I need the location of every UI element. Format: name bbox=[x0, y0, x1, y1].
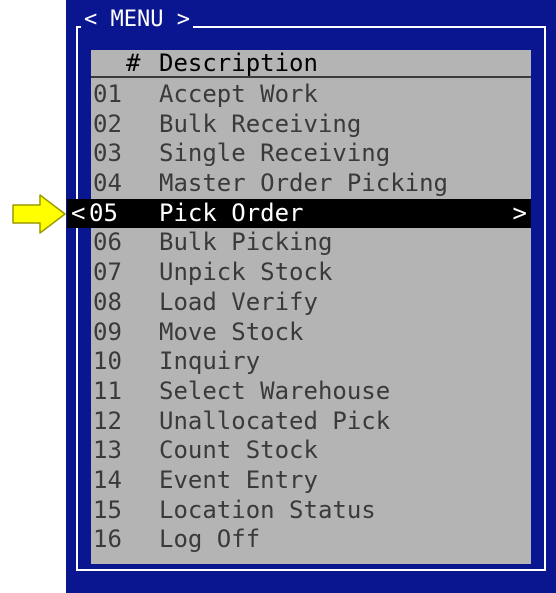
menu-item-number: 05 bbox=[89, 198, 118, 227]
menu-item-location-status[interactable]: 15 Location Status bbox=[91, 496, 531, 526]
menu-header: # Description bbox=[91, 50, 531, 78]
menu-item-bulk-receiving[interactable]: 02 Bulk Receiving bbox=[91, 110, 531, 140]
menu-item-label: Event Entry bbox=[159, 465, 318, 494]
menu-item-label: Inquiry bbox=[159, 347, 261, 376]
menu-list: 01 Accept Work 02 Bulk Receiving 03 Sing… bbox=[67, 80, 531, 555]
menu-item-label: Count Stock bbox=[159, 436, 318, 465]
menu-item-pick-order[interactable]: < 05 Pick Order > bbox=[67, 198, 531, 229]
menu-item-unallocated-pick[interactable]: 12 Unallocated Pick bbox=[91, 407, 531, 437]
menu-item-number: 06 bbox=[93, 228, 122, 257]
menu-item-inquiry[interactable]: 10 Inquiry bbox=[91, 347, 531, 377]
menu-item-number: 13 bbox=[93, 436, 122, 465]
menu-panel: # Description 01 Accept Work 02 Bulk Rec… bbox=[67, 50, 531, 564]
menu-item-label: Unallocated Pick bbox=[159, 406, 391, 435]
menu-item-label: Select Warehouse bbox=[159, 376, 391, 405]
menu-item-number: 15 bbox=[93, 495, 122, 524]
menu-item-number: 12 bbox=[93, 406, 122, 435]
menu-item-number: 14 bbox=[93, 465, 122, 494]
right-arrow-icon bbox=[12, 194, 66, 234]
menu-item-label: Bulk Picking bbox=[159, 228, 333, 257]
screen: < MENU > # Description 01 Accept Work 02… bbox=[0, 0, 556, 593]
menu-item-accept-work[interactable]: 01 Accept Work bbox=[91, 80, 531, 110]
menu-item-number: 07 bbox=[93, 258, 122, 287]
menu-item-log-off[interactable]: 16 Log Off bbox=[91, 525, 531, 555]
menu-item-label: Bulk Receiving bbox=[159, 109, 362, 138]
menu-item-unpick-stock[interactable]: 07 Unpick Stock bbox=[91, 258, 531, 288]
menu-item-event-entry[interactable]: 14 Event Entry bbox=[91, 466, 531, 496]
terminal-window: < MENU > # Description 01 Accept Work 02… bbox=[66, 0, 556, 593]
menu-item-label: Pick Order bbox=[159, 198, 304, 227]
menu-item-bulk-picking[interactable]: 06 Bulk Picking bbox=[91, 228, 531, 258]
description-column-header: Description bbox=[159, 49, 318, 77]
number-column-header: # bbox=[126, 49, 141, 77]
menu-item-label: Unpick Stock bbox=[159, 258, 333, 287]
selection-right-marker: > bbox=[512, 198, 527, 227]
menu-item-label: Single Receiving bbox=[159, 139, 391, 168]
menu-item-label: Load Verify bbox=[159, 287, 318, 316]
menu-item-number: 03 bbox=[93, 139, 122, 168]
menu-item-number: 01 bbox=[93, 80, 122, 108]
menu-item-number: 02 bbox=[93, 109, 122, 138]
menu-item-label: Master Order Picking bbox=[159, 169, 448, 198]
menu-item-load-verify[interactable]: 08 Load Verify bbox=[91, 288, 531, 318]
menu-item-number: 09 bbox=[93, 317, 122, 346]
menu-item-label: Accept Work bbox=[159, 80, 318, 108]
menu-item-label: Move Stock bbox=[159, 317, 304, 346]
menu-item-count-stock[interactable]: 13 Count Stock bbox=[91, 436, 531, 466]
menu-title: < MENU > bbox=[81, 6, 193, 34]
menu-item-master-order-picking[interactable]: 04 Master Order Picking bbox=[91, 169, 531, 199]
menu-item-select-warehouse[interactable]: 11 Select Warehouse bbox=[91, 377, 531, 407]
menu-item-label: Log Off bbox=[159, 525, 261, 554]
menu-item-number: 04 bbox=[93, 169, 122, 198]
menu-item-number: 08 bbox=[93, 287, 122, 316]
menu-item-number: 10 bbox=[93, 347, 122, 376]
menu-item-label: Location Status bbox=[159, 495, 376, 524]
menu-item-number: 16 bbox=[93, 525, 122, 554]
menu-item-move-stock[interactable]: 09 Move Stock bbox=[91, 318, 531, 348]
menu-item-number: 11 bbox=[93, 376, 122, 405]
selection-left-marker: < bbox=[71, 198, 86, 227]
menu-item-single-receiving[interactable]: 03 Single Receiving bbox=[91, 139, 531, 169]
